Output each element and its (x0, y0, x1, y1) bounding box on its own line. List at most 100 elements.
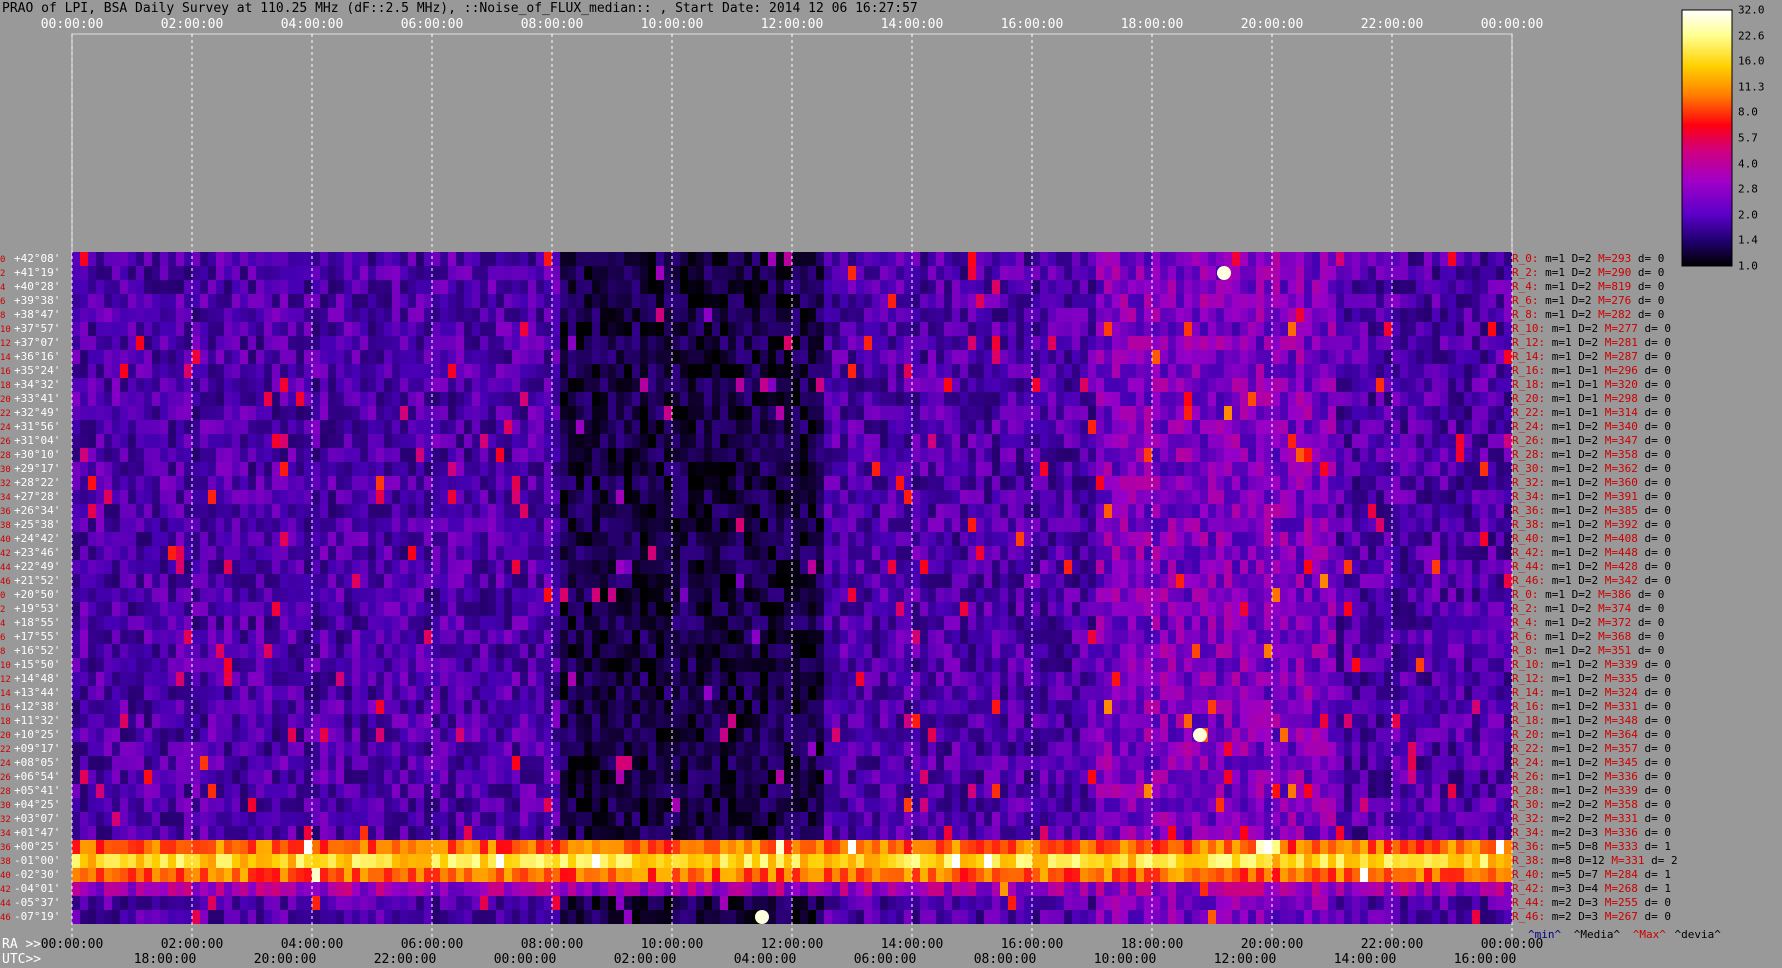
heatmap-cell (432, 252, 440, 266)
heatmap-cell (240, 266, 248, 280)
heatmap-cell (896, 322, 904, 336)
heatmap-cell (1048, 546, 1056, 560)
heatmap-cell (720, 406, 728, 420)
heatmap-cell (696, 476, 704, 490)
heatmap-cell (176, 504, 184, 518)
heatmap-cell (152, 266, 160, 280)
heatmap-cell (784, 280, 792, 294)
heatmap-cell (72, 336, 80, 350)
heatmap-cell (1152, 476, 1160, 490)
heatmap-cell (568, 252, 576, 266)
heatmap-cell (544, 350, 552, 364)
heatmap-cell (560, 294, 568, 308)
heatmap-cell (656, 406, 664, 420)
heatmap-cell (80, 392, 88, 406)
heatmap-cell (352, 476, 360, 490)
heatmap-cell (1448, 350, 1456, 364)
heatmap-cell (312, 546, 320, 560)
heatmap-cell (1352, 504, 1360, 518)
heatmap-cell (184, 434, 192, 448)
heatmap-cell (760, 294, 768, 308)
heatmap-cell (912, 462, 920, 476)
heatmap-cell (480, 280, 488, 294)
heatmap-cell (632, 350, 640, 364)
heatmap-cell (1160, 588, 1168, 602)
heatmap-cell (560, 574, 568, 588)
heatmap-cell (272, 504, 280, 518)
heatmap-cell (552, 280, 560, 294)
heatmap-cell (296, 294, 304, 308)
heatmap-cell (1240, 448, 1248, 462)
heatmap-cell (336, 294, 344, 308)
heatmap-cell (1224, 476, 1232, 490)
heatmap-cell (1096, 448, 1104, 462)
heatmap-cell (648, 266, 656, 280)
heatmap-cell (1256, 616, 1264, 630)
heatmap-cell (136, 364, 144, 378)
heatmap-cell (896, 504, 904, 518)
heatmap-cell (968, 280, 976, 294)
heatmap-cell (1184, 476, 1192, 490)
heatmap-cell (1216, 280, 1224, 294)
heatmap-cell (1440, 518, 1448, 532)
heatmap-cell (176, 434, 184, 448)
heatmap-cell (824, 616, 832, 630)
heatmap-cell (1272, 602, 1280, 616)
heatmap-cell (1192, 574, 1200, 588)
heatmap-cell (744, 420, 752, 434)
heatmap-cell (1160, 378, 1168, 392)
heatmap-cell (192, 364, 200, 378)
heatmap-cell (1248, 504, 1256, 518)
heatmap-cell (1456, 308, 1464, 322)
heatmap-cell (1336, 560, 1344, 574)
heatmap-cell (808, 434, 816, 448)
heatmap-cell (720, 504, 728, 518)
heatmap-cell (1504, 308, 1512, 322)
heatmap-cell (648, 420, 656, 434)
heatmap-cell (1224, 560, 1232, 574)
heatmap-cell (616, 266, 624, 280)
heatmap-cell (272, 406, 280, 420)
heatmap-cell (1320, 560, 1328, 574)
heatmap-cell (152, 336, 160, 350)
heatmap-cell (1008, 602, 1016, 616)
heatmap-cell (432, 602, 440, 616)
heatmap-cell (1384, 364, 1392, 378)
heatmap-cell (784, 378, 792, 392)
heatmap-cell (400, 574, 408, 588)
heatmap-cell (712, 630, 720, 644)
heatmap-cell (80, 280, 88, 294)
heatmap-cell (360, 378, 368, 392)
heatmap-cell (1280, 406, 1288, 420)
heatmap-cell (568, 504, 576, 518)
heatmap-cell (400, 616, 408, 630)
heatmap-cell (112, 350, 120, 364)
heatmap-cell (1360, 406, 1368, 420)
heatmap-cell (224, 294, 232, 308)
heatmap-cell (184, 280, 192, 294)
heatmap-cell (360, 350, 368, 364)
heatmap-cell (1184, 574, 1192, 588)
heatmap-cell (1344, 322, 1352, 336)
heatmap-cell (784, 532, 792, 546)
heatmap-cell (1296, 476, 1304, 490)
heatmap-cell (560, 392, 568, 406)
heatmap-cell (752, 350, 760, 364)
heatmap-cell (1072, 308, 1080, 322)
heatmap-cell (664, 392, 672, 406)
heatmap-cell (808, 392, 816, 406)
heatmap-cell (616, 476, 624, 490)
heatmap-cell (504, 616, 512, 630)
heatmap-cell (984, 518, 992, 532)
heatmap-cell (432, 448, 440, 462)
heatmap-cell (1448, 574, 1456, 588)
heatmap-cell (672, 462, 680, 476)
heatmap-cell (224, 532, 232, 546)
heatmap-cell (384, 560, 392, 574)
heatmap-cell (1480, 448, 1488, 462)
heatmap-cell (248, 518, 256, 532)
heatmap-cell (512, 602, 520, 616)
heatmap-cell (632, 546, 640, 560)
heatmap-cell (1400, 448, 1408, 462)
heatmap-cell (976, 476, 984, 490)
